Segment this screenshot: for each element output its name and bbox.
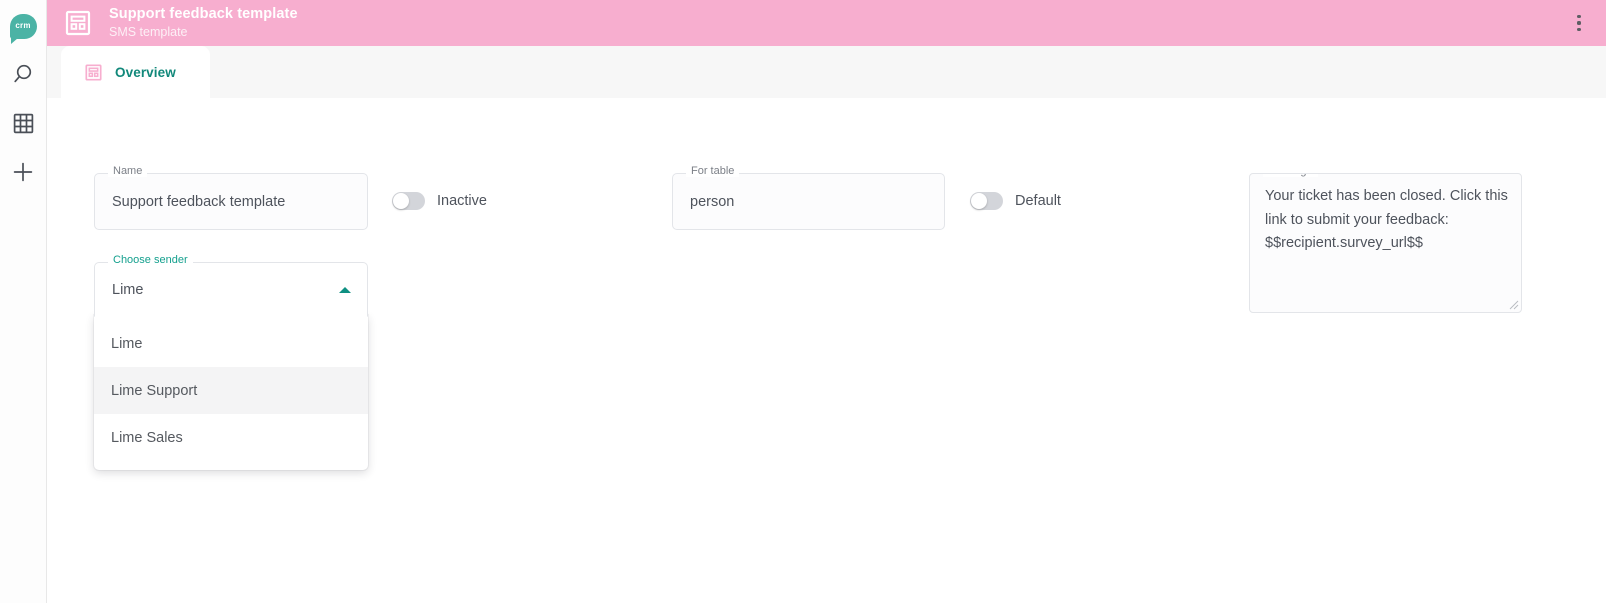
choose-sender-dropdown: Lime Lime Support Lime Sales bbox=[94, 315, 368, 470]
default-toggle[interactable]: Default bbox=[970, 192, 1061, 210]
inactive-toggle-switch[interactable] bbox=[392, 192, 425, 210]
sidebar-item-grid[interactable] bbox=[0, 99, 46, 147]
for-table-field-label: For table bbox=[686, 166, 740, 177]
page-header: Support feedback template SMS template bbox=[47, 0, 1606, 46]
page-subtitle: SMS template bbox=[109, 24, 188, 39]
dropdown-option-lime-support[interactable]: Lime Support bbox=[94, 367, 368, 414]
name-field[interactable]: Name Support feedback template bbox=[94, 166, 368, 230]
crm-logo-icon: crm bbox=[9, 13, 37, 44]
crm-logo-text: crm bbox=[15, 21, 31, 30]
app-root: crm Support feedback template SMS templa… bbox=[0, 0, 1606, 603]
dropdown-option-label: Lime bbox=[111, 335, 143, 352]
search-icon bbox=[14, 64, 32, 83]
dropdown-option-lime[interactable]: Lime bbox=[94, 320, 368, 367]
dropdown-option-label: Lime Sales bbox=[111, 429, 183, 446]
sidebar-item-add[interactable] bbox=[0, 148, 46, 196]
tab-strip: Overview bbox=[47, 46, 1606, 98]
menu-dot bbox=[1577, 21, 1581, 25]
default-toggle-label: Default bbox=[1015, 193, 1061, 209]
chevron-up-icon[interactable] bbox=[339, 286, 351, 293]
plus-icon bbox=[13, 162, 33, 182]
dropdown-option-label: Lime Support bbox=[111, 382, 198, 399]
choose-sender-value: Lime bbox=[112, 281, 144, 298]
default-toggle-knob bbox=[971, 193, 987, 209]
resize-handle-icon[interactable] bbox=[1508, 299, 1519, 310]
page-title: Support feedback template bbox=[109, 5, 298, 22]
for-table-field[interactable]: For table person bbox=[672, 166, 945, 230]
header-text-block: Support feedback template SMS template bbox=[109, 5, 298, 39]
inactive-toggle-label: Inactive bbox=[437, 193, 487, 209]
tab-overview-label: Overview bbox=[115, 64, 176, 80]
dropdown-option-lime-sales[interactable]: Lime Sales bbox=[94, 414, 368, 461]
template-icon bbox=[85, 63, 102, 81]
menu-dot bbox=[1577, 15, 1581, 19]
grid-icon bbox=[13, 113, 33, 133]
template-icon bbox=[65, 10, 91, 36]
sidebar-item-crm-logo[interactable]: crm bbox=[0, 2, 46, 50]
name-field-value: Support feedback template bbox=[112, 193, 286, 210]
form-canvas: Name Support feedback template Inactive … bbox=[47, 98, 1606, 603]
message-field[interactable]: Message Your ticket has been closed. Cli… bbox=[1249, 173, 1522, 313]
inactive-toggle-knob bbox=[393, 193, 409, 209]
message-field-label: Message bbox=[1263, 174, 1318, 177]
tab-overview[interactable]: Overview bbox=[61, 46, 210, 98]
choose-sender-label: Choose sender bbox=[108, 255, 193, 266]
default-toggle-switch[interactable] bbox=[970, 192, 1003, 210]
choose-sender-select[interactable]: Choose sender Lime bbox=[94, 255, 368, 317]
name-field-label: Name bbox=[108, 166, 148, 177]
for-table-field-value: person bbox=[690, 193, 735, 210]
more-vertical-icon[interactable] bbox=[1566, 8, 1592, 38]
menu-dot bbox=[1577, 27, 1581, 31]
left-rail: crm bbox=[0, 0, 47, 603]
inactive-toggle[interactable]: Inactive bbox=[392, 192, 487, 210]
message-field-value[interactable]: Your ticket has been closed. Click this … bbox=[1265, 185, 1517, 256]
sidebar-item-search[interactable] bbox=[0, 50, 46, 98]
